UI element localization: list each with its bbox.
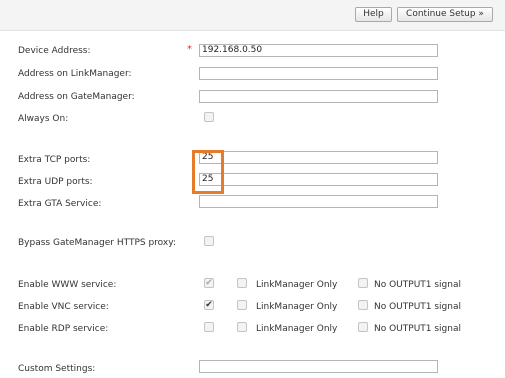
required-asterisk: *	[187, 44, 192, 55]
top-toolbar: Help Continue Setup »	[0, 0, 505, 31]
vnc-no-output-checkbox[interactable]	[358, 300, 368, 310]
rdp-linkmanager-only-label: LinkManager Only	[256, 324, 338, 334]
service-label-www: Enable WWW service:	[18, 280, 117, 290]
address-gatemanager-label: Address on GateManager:	[18, 92, 135, 102]
vnc-no-output-label: No OUTPUT1 signal	[374, 302, 461, 312]
help-button[interactable]: Help	[355, 7, 392, 22]
www-linkmanager-only-checkbox[interactable]	[237, 278, 247, 288]
extra-gta-input[interactable]	[199, 195, 438, 208]
bypass-proxy-checkbox[interactable]	[204, 236, 214, 246]
continue-setup-button[interactable]: Continue Setup »	[397, 7, 493, 22]
vnc-linkmanager-only-label: LinkManager Only	[256, 302, 338, 312]
extra-udp-label: Extra UDP ports:	[18, 177, 93, 187]
bypass-proxy-label: Bypass GateManager HTTPS proxy:	[18, 238, 176, 248]
address-gatemanager-input[interactable]	[199, 90, 438, 103]
device-address-label: Device Address:	[18, 46, 91, 56]
custom-settings-input[interactable]	[199, 360, 438, 373]
www-no-output-label: No OUTPUT1 signal	[374, 280, 461, 290]
device-address-input[interactable]: 192.168.0.50	[199, 44, 438, 57]
service-label-vnc: Enable VNC service:	[18, 302, 109, 312]
extra-gta-label: Extra GTA Service:	[18, 199, 102, 209]
extra-udp-input[interactable]: 25	[199, 173, 438, 186]
rdp-no-output-checkbox[interactable]	[358, 322, 368, 332]
www-linkmanager-only-label: LinkManager Only	[256, 280, 338, 290]
address-linkmanager-input[interactable]	[199, 67, 438, 80]
vnc-linkmanager-only-checkbox[interactable]	[237, 300, 247, 310]
extra-tcp-label: Extra TCP ports:	[18, 155, 91, 165]
www-service-checkbox: ✔	[204, 278, 214, 288]
rdp-no-output-label: No OUTPUT1 signal	[374, 324, 461, 334]
always-on-label: Always On:	[18, 114, 69, 124]
custom-settings-label: Custom Settings:	[18, 364, 96, 374]
service-label-rdp: Enable RDP service:	[18, 324, 109, 334]
rdp-service-checkbox[interactable]	[204, 322, 214, 332]
rdp-linkmanager-only-checkbox[interactable]	[237, 322, 247, 332]
www-no-output-checkbox[interactable]	[358, 278, 368, 288]
vnc-service-checkbox[interactable]: ✔	[204, 300, 214, 310]
address-linkmanager-label: Address on LinkManager:	[18, 69, 132, 79]
extra-tcp-input[interactable]: 25	[199, 151, 438, 164]
always-on-checkbox[interactable]	[204, 112, 214, 122]
